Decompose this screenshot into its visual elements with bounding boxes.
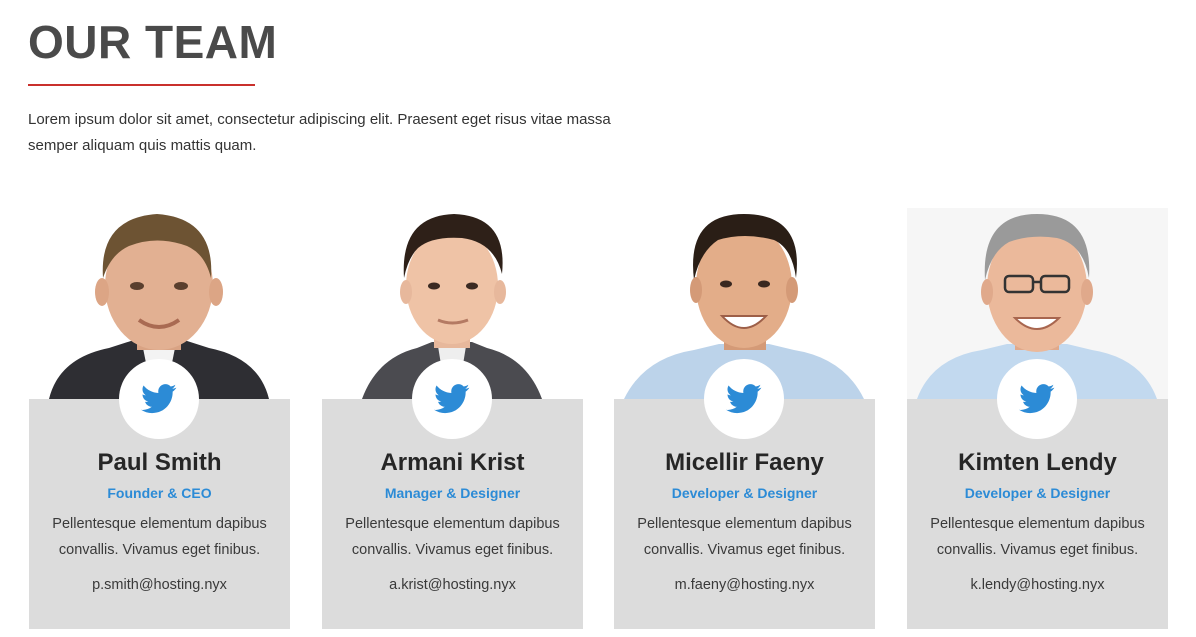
member-email[interactable]: a.krist@hosting.nyx — [322, 575, 583, 595]
member-name: Micellir Faeny — [665, 449, 824, 476]
team-card-armani-krist: Armani Krist Manager & Designer Pellente… — [322, 208, 583, 629]
member-bio: Pellentesque elementum dapibus convallis… — [930, 516, 1145, 558]
twitter-icon — [1019, 384, 1055, 414]
twitter-icon — [141, 384, 177, 414]
twitter-link-button[interactable] — [119, 359, 199, 439]
section-title: OUR TEAM — [28, 16, 278, 68]
title-underline — [28, 84, 255, 86]
member-email[interactable]: m.faeny@hosting.nyx — [614, 575, 875, 595]
member-role: Developer & Designer — [671, 485, 818, 501]
member-role: Developer & Designer — [964, 485, 1111, 501]
member-name: Armani Krist — [380, 449, 525, 476]
twitter-link-button[interactable] — [997, 359, 1077, 439]
member-email[interactable]: p.smith@hosting.nyx — [29, 575, 290, 595]
member-bio: Pellentesque elementum dapibus convallis… — [345, 516, 560, 558]
twitter-icon — [726, 384, 762, 414]
twitter-icon — [434, 384, 470, 414]
member-name: Paul Smith — [97, 449, 222, 476]
team-card-kimten-lendy: Kimten Lendy Developer & Designer Pellen… — [907, 208, 1168, 629]
member-email[interactable]: k.lendy@hosting.nyx — [907, 575, 1168, 595]
twitter-link-button[interactable] — [412, 359, 492, 439]
team-card-paul-smith: Paul Smith Founder & CEO Pellentesque el… — [29, 208, 290, 629]
twitter-link-button[interactable] — [704, 359, 784, 439]
section-intro: Lorem ipsum dolor sit amet, consectetur … — [28, 111, 611, 154]
member-bio: Pellentesque elementum dapibus convallis… — [52, 516, 267, 558]
member-name: Kimten Lendy — [958, 449, 1117, 476]
member-role: Manager & Designer — [384, 485, 521, 501]
member-role: Founder & CEO — [107, 485, 212, 501]
member-bio: Pellentesque elementum dapibus convallis… — [637, 516, 852, 558]
team-card-micellir-faeny: Micellir Faeny Developer & Designer Pell… — [614, 208, 875, 629]
